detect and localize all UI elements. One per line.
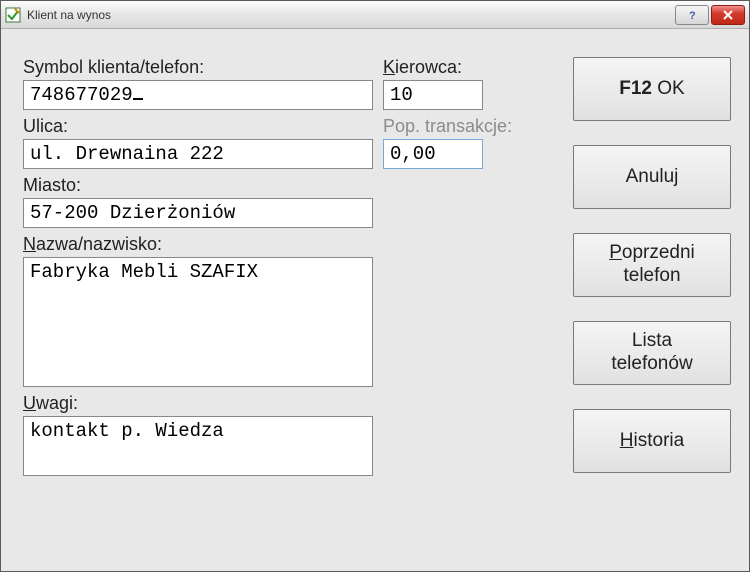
pop-label: Pop. transakcje: [383, 116, 573, 137]
close-button[interactable] [711, 5, 745, 25]
lista-telefonow-button[interactable]: Lista telefonów [573, 321, 731, 385]
left-column: Symbol klienta/telefon: 748677029 Ulica:… [23, 57, 373, 549]
kierowca-input[interactable] [383, 80, 483, 110]
window-title: Klient na wynos [27, 8, 673, 22]
historia-mnemonic: H [620, 430, 634, 451]
lista-line2: telefonów [611, 353, 692, 376]
nazwa-mnemonic: N [23, 234, 36, 254]
uwagi-textarea[interactable] [23, 416, 373, 476]
ok-button[interactable]: F12 OK [573, 57, 731, 121]
nazwa-label-text: azwa/nazwisko: [36, 234, 162, 254]
miasto-input[interactable] [23, 198, 373, 228]
kierowca-label: Kierowca: [383, 57, 573, 78]
nazwa-textarea[interactable] [23, 257, 373, 387]
svg-text:?: ? [689, 10, 696, 21]
historia-post: istoria [634, 430, 685, 451]
app-icon [5, 7, 21, 23]
ulica-label: Ulica: [23, 116, 373, 137]
symbol-label: Symbol klienta/telefon: [23, 57, 373, 78]
ok-rest: OK [652, 78, 685, 99]
ok-button-label: F12 OK [619, 78, 684, 101]
uwagi-mnemonic: U [23, 393, 36, 413]
uwagi-label: Uwagi: [23, 393, 373, 414]
help-button[interactable]: ? [675, 5, 709, 25]
miasto-label: Miasto: [23, 175, 373, 196]
historia-button[interactable]: Historia [573, 409, 731, 473]
historia-label: Historia [620, 430, 684, 453]
pop-transakcje-box: 0,00 [383, 139, 483, 169]
nazwa-label: Nazwa/nazwisko: [23, 234, 373, 255]
poprzedni-telefon-button[interactable]: Poprzedni telefon [573, 233, 731, 297]
text-cursor [133, 98, 143, 100]
kierowca-label-text: ierowca: [395, 57, 462, 77]
kierowca-mnemonic: K [383, 57, 395, 77]
poprzedni-line1: Poprzedni [609, 242, 695, 265]
poprzedni-mnemonic: P [609, 242, 622, 263]
poprzedni-mid: oprzedni [622, 242, 695, 263]
ulica-input[interactable] [23, 139, 373, 169]
anuluj-button[interactable]: Anuluj [573, 145, 731, 209]
symbol-value: 748677029 [30, 84, 133, 106]
poprzedni-line2: telefon [623, 265, 680, 288]
symbol-input[interactable]: 748677029 [23, 80, 373, 110]
right-column: F12 OK Anuluj Poprzedni telefon Lista te… [573, 57, 731, 549]
window: Klient na wynos ? Symbol klienta/telefon… [0, 0, 750, 572]
ok-bold: F12 [619, 78, 652, 99]
middle-column: Kierowca: Pop. transakcje: 0,00 [383, 57, 573, 549]
titlebar: Klient na wynos ? [1, 1, 749, 29]
uwagi-label-text: wagi: [36, 393, 78, 413]
anuluj-label: Anuluj [626, 166, 679, 189]
lista-line1: Lista [632, 330, 672, 353]
titlebar-buttons: ? [673, 5, 745, 25]
content-area: Symbol klienta/telefon: 748677029 Ulica:… [1, 29, 749, 571]
